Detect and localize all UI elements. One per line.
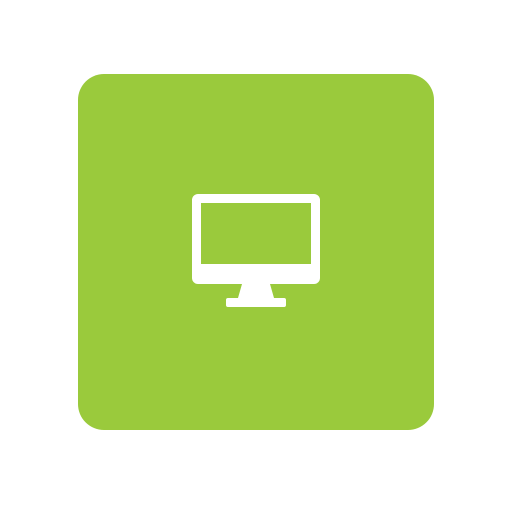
icon-canvas (0, 0, 512, 512)
monitor-icon (192, 194, 320, 307)
app-tile[interactable] (78, 74, 434, 430)
